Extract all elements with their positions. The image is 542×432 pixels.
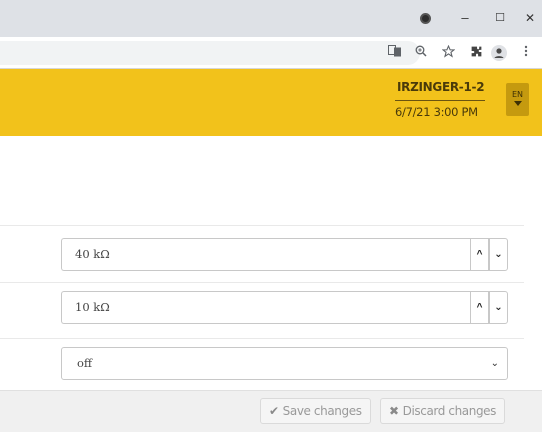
divider bbox=[0, 338, 524, 339]
chevron-down-icon: ⌄ bbox=[494, 302, 503, 313]
chevron-up-icon: ^ bbox=[476, 302, 483, 313]
translate-icon[interactable] bbox=[387, 45, 403, 61]
decrement-button[interactable]: ⌄ bbox=[489, 238, 508, 271]
close-icon: ✖ bbox=[389, 404, 399, 418]
device-name-underline bbox=[395, 100, 485, 101]
caret-down-icon bbox=[513, 101, 522, 106]
extensions-icon[interactable] bbox=[468, 45, 484, 61]
divider bbox=[0, 225, 524, 226]
maximize-button[interactable]: ☐ bbox=[490, 9, 510, 27]
language-label: EN bbox=[511, 90, 524, 99]
zoom-icon[interactable] bbox=[413, 45, 429, 61]
menu-icon[interactable] bbox=[518, 45, 534, 61]
save-label: Save changes bbox=[282, 404, 362, 418]
divider bbox=[0, 282, 524, 283]
record-indicator-icon bbox=[420, 13, 431, 24]
discard-label: Discard changes bbox=[402, 404, 497, 418]
minimize-button[interactable]: – bbox=[455, 9, 475, 27]
close-window-button[interactable]: ✕ bbox=[520, 9, 540, 27]
increment-button[interactable]: ^ bbox=[470, 238, 489, 271]
profile-icon[interactable] bbox=[491, 45, 507, 61]
increment-button[interactable]: ^ bbox=[470, 291, 489, 324]
check-icon: ✔ bbox=[269, 404, 279, 418]
chevron-up-icon: ^ bbox=[476, 249, 483, 260]
decrement-button[interactable]: ⌄ bbox=[489, 291, 508, 324]
device-datetime: 6/7/21 3:00 PM bbox=[395, 105, 478, 119]
chevron-down-icon: ⌄ bbox=[490, 358, 499, 369]
mode-select[interactable]: off ⌄ bbox=[61, 347, 508, 380]
resistance-input-1[interactable]: 40 kΩ bbox=[61, 238, 470, 271]
device-name[interactable]: IRZINGER-1-2 bbox=[397, 80, 485, 94]
browser-titlebar: – ☐ ✕ bbox=[0, 0, 542, 37]
chevron-down-icon: ⌄ bbox=[494, 249, 503, 260]
browser-toolbar bbox=[0, 37, 542, 69]
language-button[interactable]: EN bbox=[506, 83, 529, 116]
address-bar[interactable] bbox=[0, 41, 420, 65]
save-changes-button[interactable]: ✔ Save changes bbox=[260, 398, 371, 424]
discard-changes-button[interactable]: ✖ Discard changes bbox=[380, 398, 506, 424]
bookmark-star-icon[interactable] bbox=[440, 44, 456, 61]
select-value: off bbox=[77, 356, 93, 370]
resistance-input-2[interactable]: 10 kΩ bbox=[61, 291, 470, 324]
